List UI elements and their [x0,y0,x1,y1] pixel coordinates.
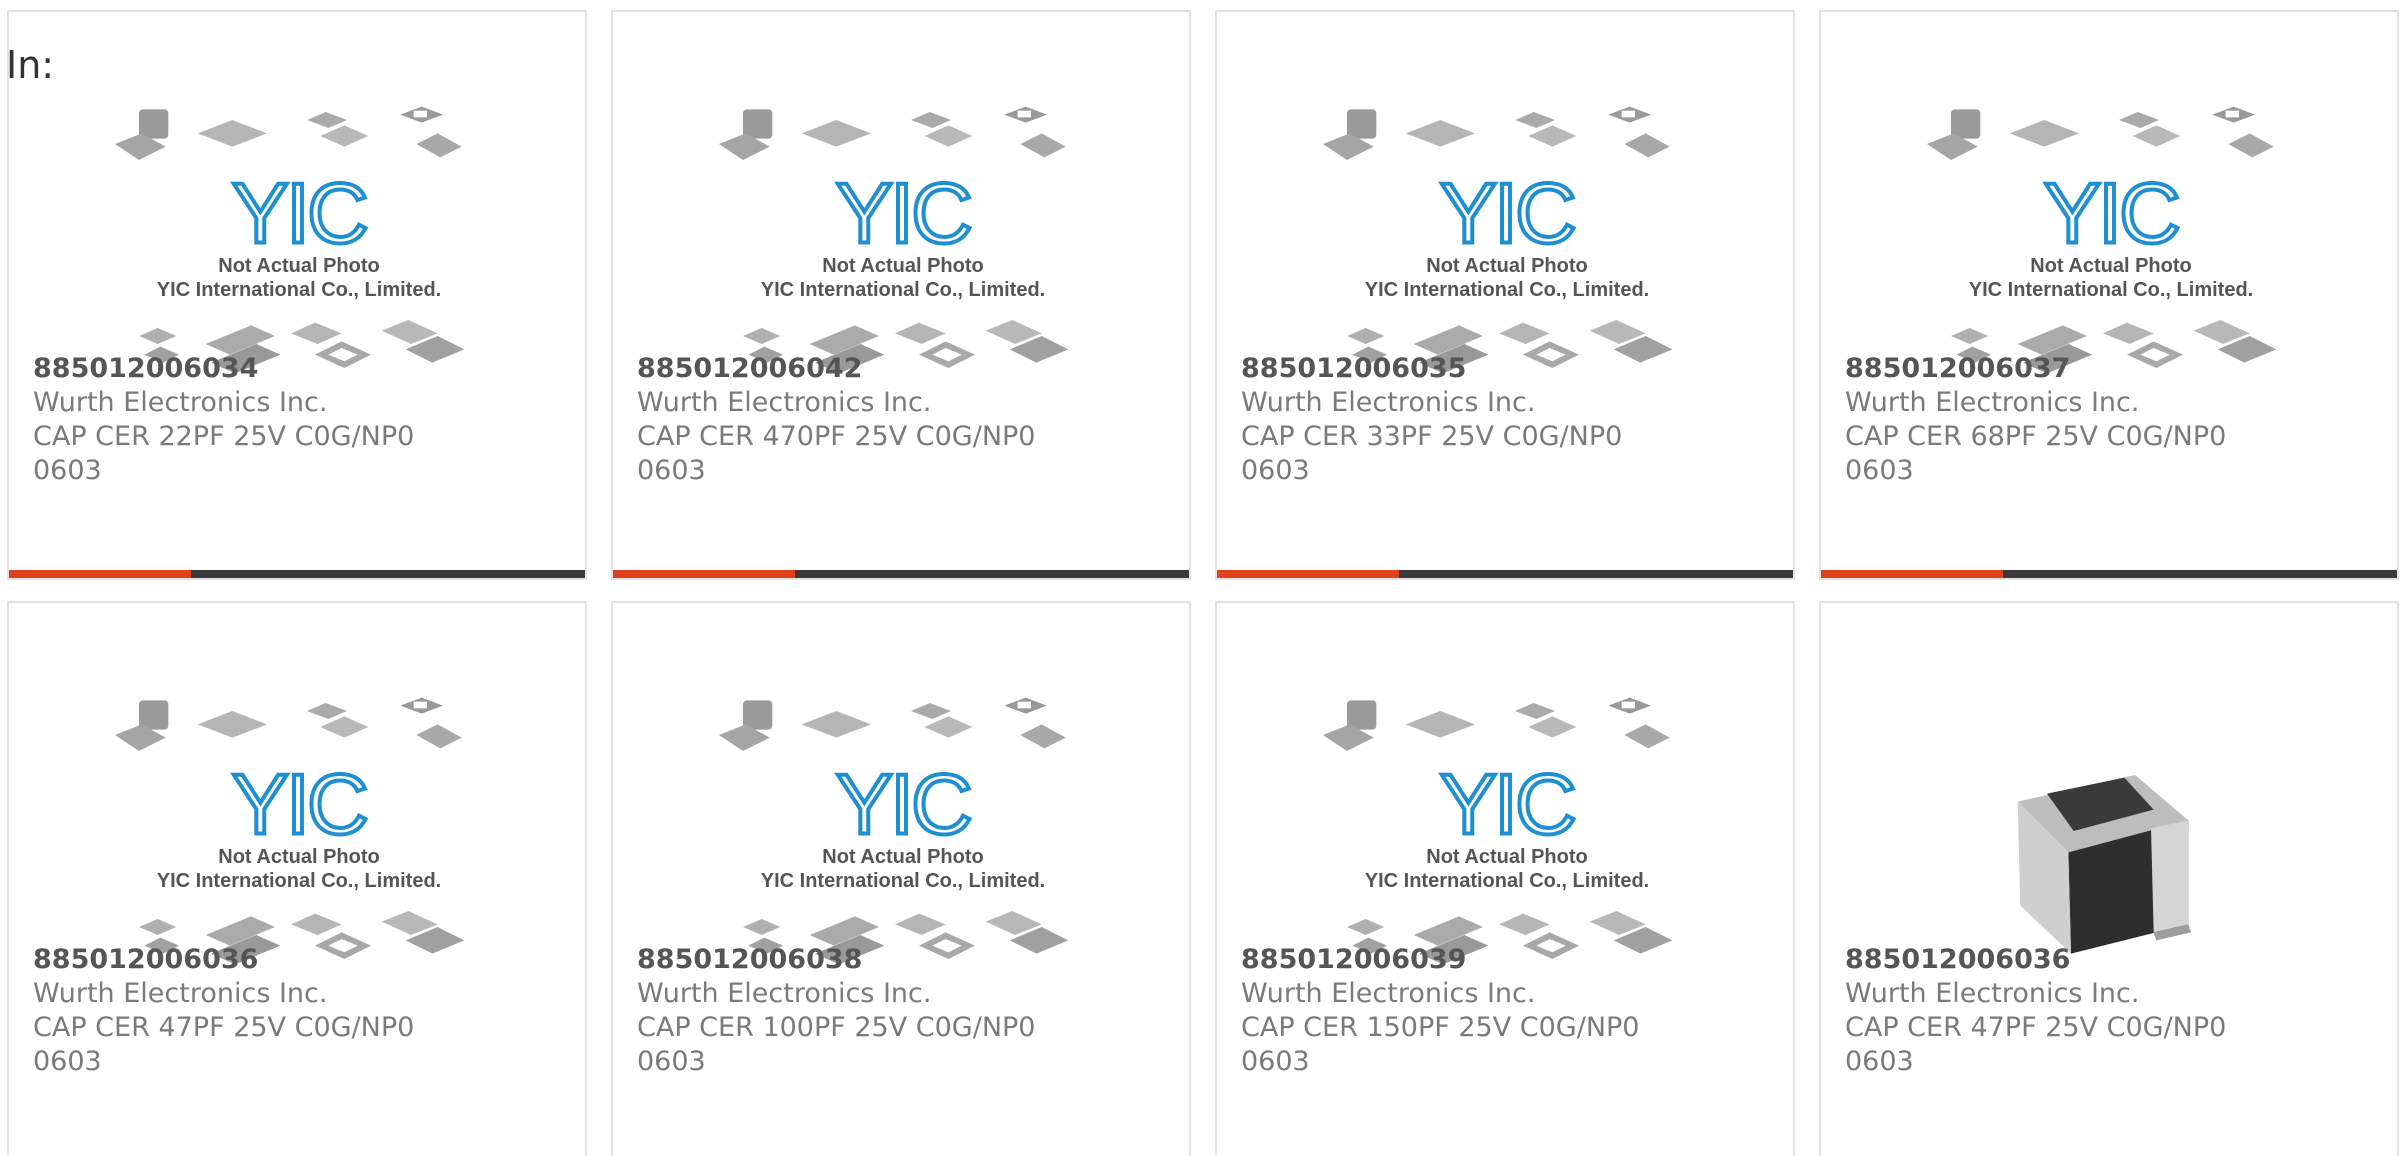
placeholder-line1: Not Actual Photo [218,255,379,277]
manufacturer: Wurth Electronics Inc. [1845,978,2140,1009]
description: CAP CER 100PF 25V C0G/NP0 0603 [637,1012,1036,1077]
yic-logo: YIC [834,165,975,264]
product-image[interactable]: YIC Not Actual Photo YIC International Co.… [109,96,489,376]
manufacturer: Wurth Electronics Inc. [1845,387,2140,418]
description: CAP CER 68PF 25V C0G/NP0 0603 [1845,421,2227,486]
product-info: 885012006037 Wurth Electronics Inc. CAP CE… [1845,352,2377,488]
card-bottom-bar [1821,570,2397,578]
part-number[interactable]: 885012006036 [1845,943,2377,977]
placeholder-line2: YIC International Co., Limited. [157,279,441,301]
package-icons-top [115,697,462,751]
placeholder-line1: Not Actual Photo [1426,255,1587,277]
card-accent-bar [613,570,795,578]
yic-logo: YIC [230,756,371,855]
product-info: 885012006036 Wurth Electronics Inc. CAP CE… [33,943,565,1079]
svg-text:YIC: YIC [836,167,970,262]
manufacturer: Wurth Electronics Inc. [1241,387,1536,418]
part-number[interactable]: 885012006036 [33,943,565,977]
card-bottom-bar [613,570,1189,578]
product-info: 885012006034 Wurth Electronics Inc. CAP CE… [33,352,565,488]
part-number[interactable]: 885012006042 [637,352,1169,386]
description: CAP CER 150PF 25V C0G/NP0 0603 [1241,1012,1640,1077]
yic-logo: YIC [1438,165,1579,264]
placeholder-line1: Not Actual Photo [822,255,983,277]
svg-text:YIC: YIC [836,758,970,853]
product-card[interactable]: YIC Not Actual Photo YIC International Co.… [611,10,1191,580]
product-card[interactable]: 885012006036 Wurth Electronics Inc. CAP CE… [1819,601,2399,1156]
product-image[interactable]: YIC Not Actual Photo YIC International Co.… [713,687,1093,967]
package-icons-top [1927,106,2274,160]
in-label: In: [6,43,55,87]
product-card[interactable]: YIC Not Actual Photo YIC International Co.… [7,601,587,1156]
product-card[interactable]: YIC Not Actual Photo YIC International Co.… [1215,10,1795,580]
yic-logo: YIC [1438,756,1579,855]
placeholder-line1: Not Actual Photo [1426,846,1587,868]
product-image[interactable]: YIC Not Actual Photo YIC International Co.… [1317,687,1697,967]
manufacturer: Wurth Electronics Inc. [1241,978,1536,1009]
manufacturer: Wurth Electronics Inc. [33,978,328,1009]
yic-logo: YIC [834,756,975,855]
product-grid-page: In: YIC Not Actual Photo YIC International… [0,0,2400,1156]
package-icons-top [1323,106,1670,160]
product-info: 885012006038 Wurth Electronics Inc. CAP CE… [637,943,1169,1079]
product-info: 885012006042 Wurth Electronics Inc. CAP CE… [637,352,1169,488]
product-card[interactable]: YIC Not Actual Photo YIC International Co.… [1215,601,1795,1156]
manufacturer: Wurth Electronics Inc. [637,387,932,418]
product-info: 885012006035 Wurth Electronics Inc. CAP CE… [1241,352,1773,488]
card-accent-bar [1217,570,1399,578]
description: CAP CER 47PF 25V C0G/NP0 0603 [1845,1012,2227,1077]
svg-text:YIC: YIC [2044,167,2178,262]
product-image[interactable]: YIC Not Actual Photo YIC International Co.… [713,96,1093,376]
product-card[interactable]: YIC Not Actual Photo YIC International Co.… [611,601,1191,1156]
placeholder-line2: YIC International Co., Limited. [1969,279,2253,301]
svg-text:YIC: YIC [232,167,366,262]
product-image[interactable] [1921,687,2301,967]
part-number[interactable]: 885012006034 [33,352,565,386]
package-icons-top [115,106,462,160]
product-grid: YIC Not Actual Photo YIC International Co.… [7,10,2400,1156]
placeholder-line1: Not Actual Photo [2030,255,2191,277]
chip-capacitor-photo [1924,687,2301,967]
placeholder-line1: Not Actual Photo [218,846,379,868]
product-image[interactable]: YIC Not Actual Photo YIC International Co.… [1317,96,1697,376]
package-icons-top [719,697,1066,751]
package-icons-top [719,106,1066,160]
placeholder-line2: YIC International Co., Limited. [761,870,1045,892]
card-accent-bar [1821,570,2003,578]
placeholder-line2: YIC International Co., Limited. [1365,279,1649,301]
placeholder-line1: Not Actual Photo [822,846,983,868]
card-bottom-bar [9,570,585,578]
manufacturer: Wurth Electronics Inc. [637,978,932,1009]
yic-logo: YIC [230,165,371,264]
part-number[interactable]: 885012006037 [1845,352,2377,386]
yic-logo: YIC [2042,165,2183,264]
product-image[interactable]: YIC Not Actual Photo YIC International Co.… [109,687,489,967]
product-info: 885012006039 Wurth Electronics Inc. CAP CE… [1241,943,1773,1079]
part-number[interactable]: 885012006038 [637,943,1169,977]
description: CAP CER 22PF 25V C0G/NP0 0603 [33,421,415,486]
part-number[interactable]: 885012006039 [1241,943,1773,977]
manufacturer: Wurth Electronics Inc. [33,387,328,418]
svg-text:YIC: YIC [1440,758,1574,853]
product-image[interactable]: YIC Not Actual Photo YIC International Co.… [1921,96,2301,376]
placeholder-line2: YIC International Co., Limited. [1365,870,1649,892]
card-accent-bar [9,570,191,578]
svg-text:YIC: YIC [1440,167,1574,262]
placeholder-line2: YIC International Co., Limited. [157,870,441,892]
description: CAP CER 33PF 25V C0G/NP0 0603 [1241,421,1623,486]
product-card[interactable]: YIC Not Actual Photo YIC International Co.… [1819,10,2399,580]
part-number[interactable]: 885012006035 [1241,352,1773,386]
card-bottom-bar [1217,570,1793,578]
package-icons-top [1323,697,1670,751]
description: CAP CER 47PF 25V C0G/NP0 0603 [33,1012,415,1077]
product-info: 885012006036 Wurth Electronics Inc. CAP CE… [1845,943,2377,1079]
description: CAP CER 470PF 25V C0G/NP0 0603 [637,421,1036,486]
product-card[interactable]: YIC Not Actual Photo YIC International Co.… [7,10,587,580]
placeholder-line2: YIC International Co., Limited. [761,279,1045,301]
svg-text:YIC: YIC [232,758,366,853]
